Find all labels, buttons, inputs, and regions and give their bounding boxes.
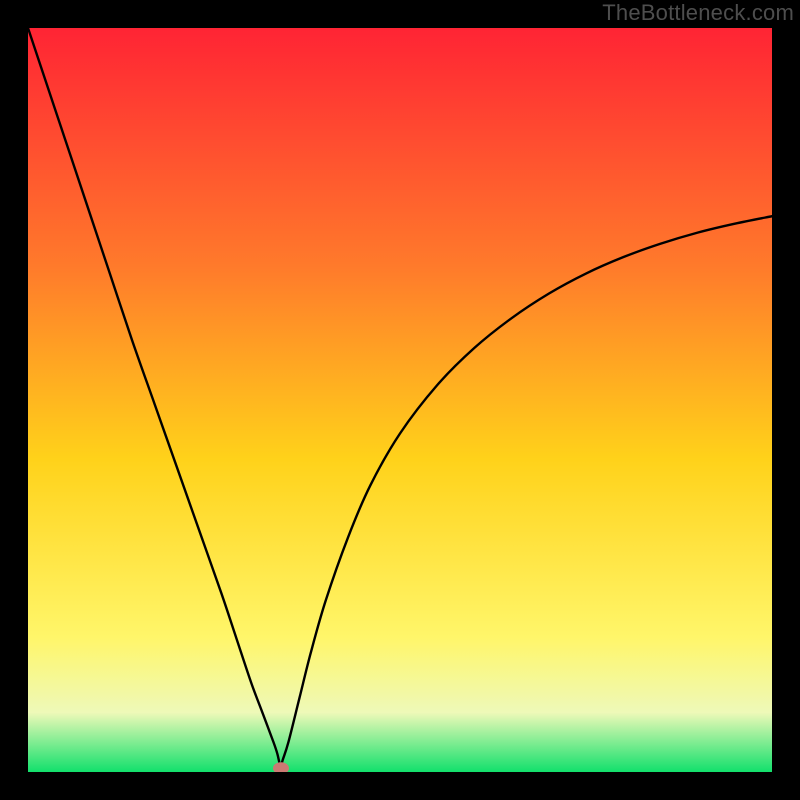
gradient-background bbox=[28, 28, 772, 772]
chart-svg bbox=[28, 28, 772, 772]
plot-area bbox=[28, 28, 772, 772]
watermark-text: TheBottleneck.com bbox=[602, 0, 794, 26]
chart-frame: TheBottleneck.com bbox=[0, 0, 800, 800]
